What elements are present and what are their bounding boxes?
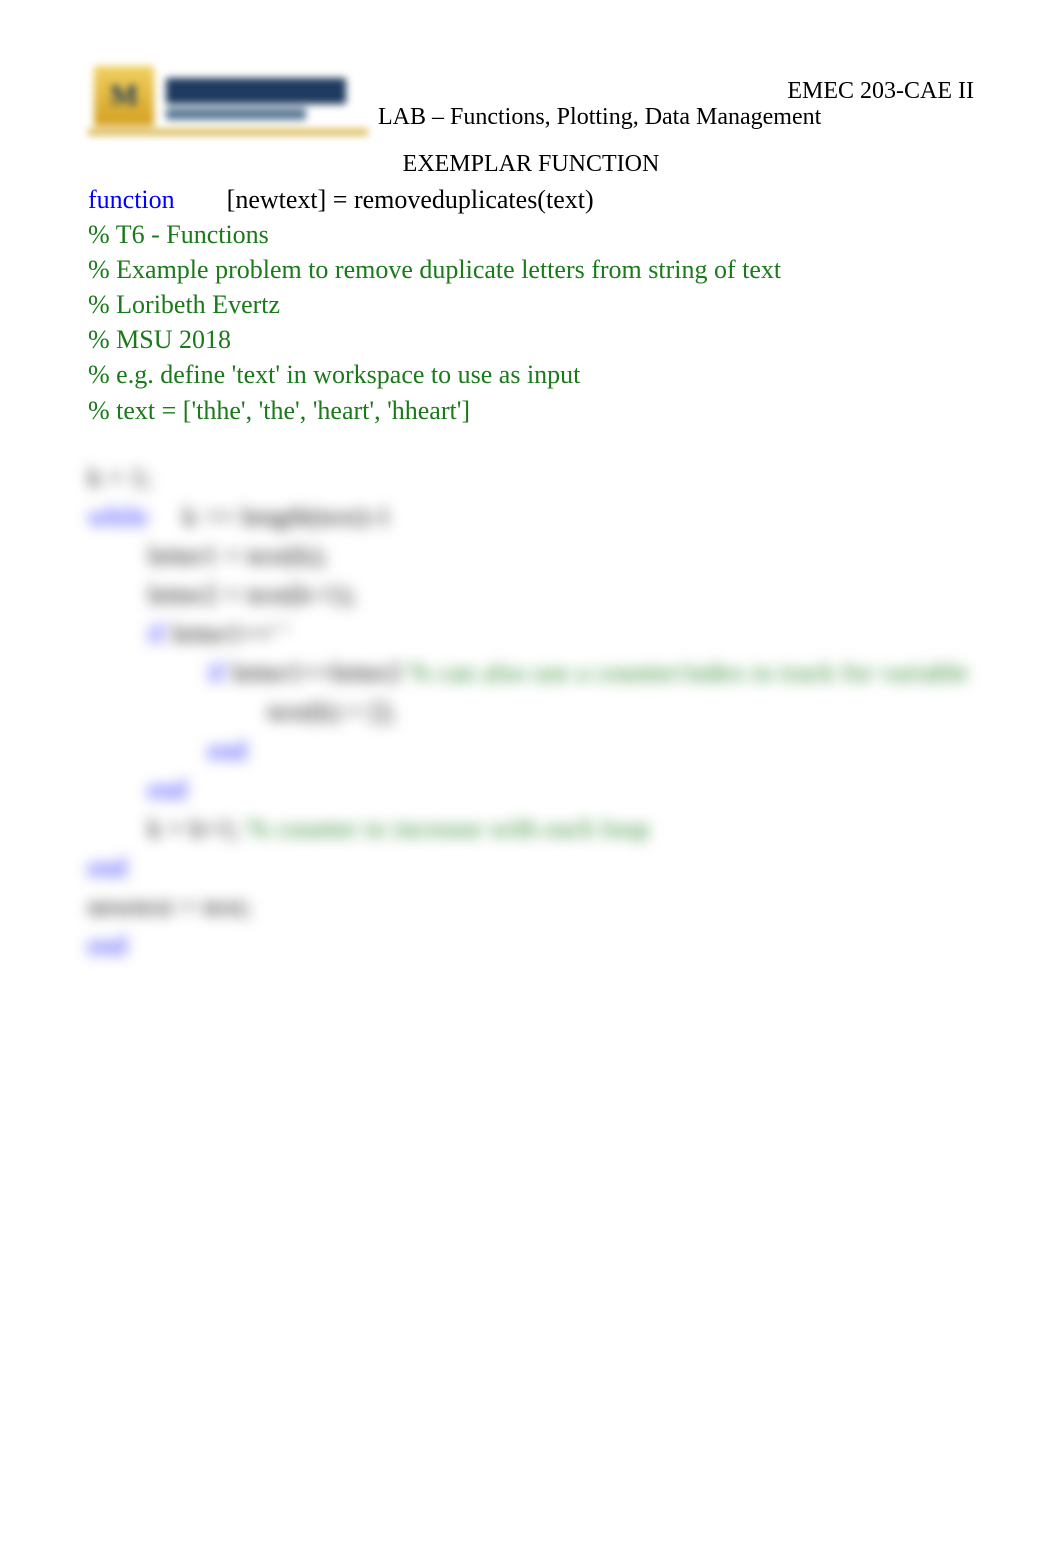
logo-subtext: [166, 108, 306, 120]
course-id: EMEC 203-CAE II: [787, 78, 974, 105]
if-cond-1: letter1==' ': [165, 619, 290, 648]
keyword-end-1: end: [88, 731, 974, 770]
inline-comment-2: % counter to increase with each loop: [248, 814, 650, 843]
section-title: EXEMPLAR FUNCTION: [88, 151, 974, 178]
while-cond: k <= length(text)-1: [148, 502, 391, 531]
keyword-end-3: end: [88, 848, 974, 887]
keyword-end-2: end: [88, 770, 974, 809]
code-comment-5: % e.g. define 'text' in workspace to use…: [88, 357, 974, 392]
blurred-line-5: if letter1==' ': [88, 614, 974, 653]
blurred-line-4: letter2 = text(k+1);: [88, 575, 974, 614]
inline-comment-1: % can also use a counter/index to track …: [409, 658, 969, 687]
if-cond-2: letter1==letter2: [225, 658, 409, 687]
code-comment-1: % T6 - Functions: [88, 217, 974, 252]
code-comment-3: % Loribeth Evertz: [88, 287, 974, 322]
lab-title: LAB – Functions, Plotting, Data Manageme…: [378, 104, 821, 135]
keyword-if-2: if: [208, 658, 225, 687]
code-comment-6: % text = ['thhe', 'the', 'heart', 'hhear…: [88, 393, 974, 428]
blurred-line-10: k = k+1; % counter to increase with each…: [88, 809, 974, 848]
keyword-if-1: if: [148, 619, 165, 648]
blurred-line-12: newtext = text;: [88, 887, 974, 926]
blurred-line-7: text(k) = [];: [88, 692, 974, 731]
university-logo: [88, 60, 368, 135]
blurred-line-1: k = 1;: [88, 458, 974, 497]
code-block-visible: function [newtext] = removeduplicates(te…: [88, 182, 974, 428]
blurred-line-2: while k <= length(text)-1: [88, 497, 974, 536]
logo-shield-icon: [94, 66, 154, 126]
keyword-end-4: end: [88, 926, 974, 965]
keyword-while: while: [88, 502, 148, 531]
logo-text: [166, 78, 346, 104]
code-comment-4: % MSU 2018: [88, 322, 974, 357]
function-signature: [newtext] = removeduplicates(text): [175, 185, 594, 214]
keyword-function: function: [88, 185, 175, 214]
code-comment-2: % Example problem to remove duplicate le…: [88, 252, 974, 287]
code-line-function-sig: function [newtext] = removeduplicates(te…: [88, 182, 974, 217]
logo-underline: [88, 129, 368, 135]
blurred-line-6: if letter1==letter2 % can also use a cou…: [88, 653, 974, 692]
code-block-blurred: k = 1; while k <= length(text)-1 letter1…: [88, 458, 974, 965]
counter-inc: k = k+1;: [148, 814, 248, 843]
blurred-line-3: letter1 = text(k);: [88, 536, 974, 575]
